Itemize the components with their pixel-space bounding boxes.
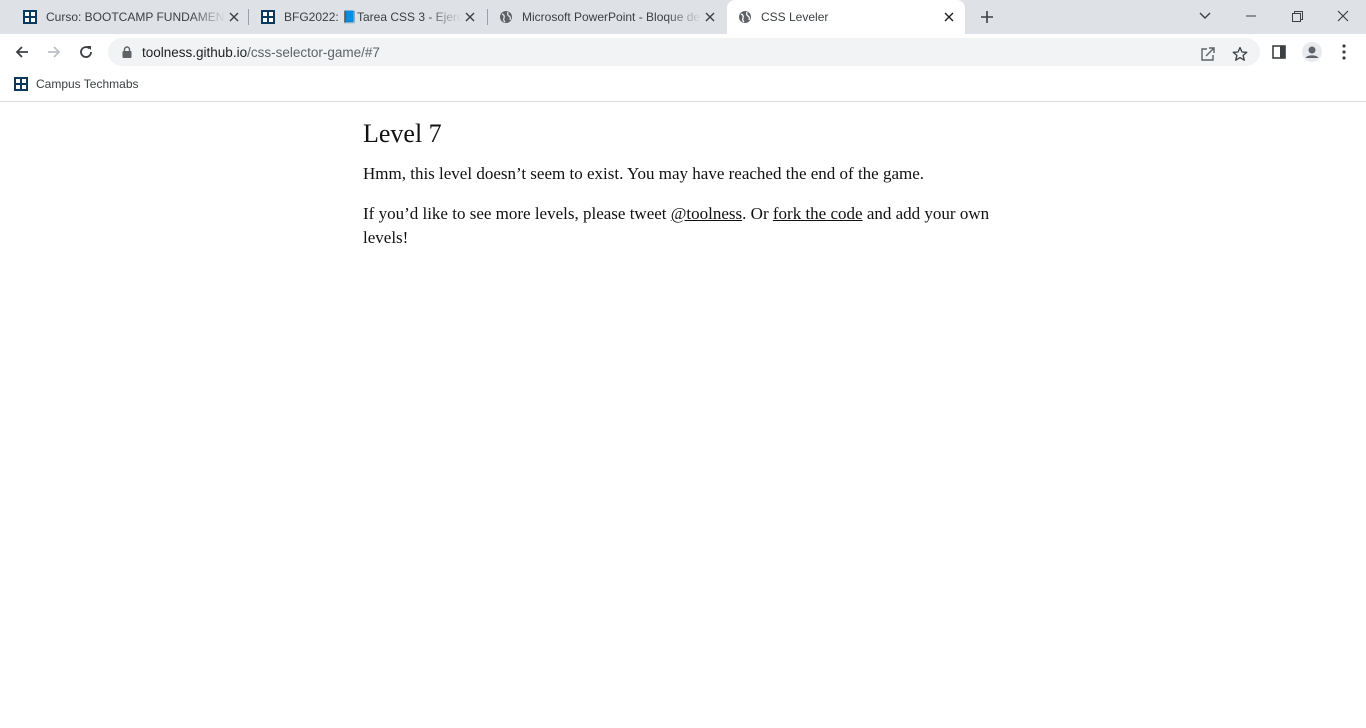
address-bar[interactable]: toolness.github.io/css-selector-game/#7 (108, 38, 1260, 66)
page-viewport: Level 7 Hmm, this level doesn’t seem to … (0, 103, 1366, 728)
level-content: Level 7 Hmm, this level doesn’t seem to … (363, 119, 1013, 266)
chevron-down-icon (1199, 12, 1211, 19)
close-icon[interactable] (702, 9, 718, 25)
restore-icon (1291, 10, 1303, 22)
fork-code-link[interactable]: fork the code (773, 204, 863, 223)
browser-toolbar: toolness.github.io/css-selector-game/#7 (0, 34, 1366, 70)
more-levels-middle: . Or (742, 204, 773, 223)
new-tab-button[interactable] (975, 5, 999, 29)
url-path: /css-selector-game/#7 (247, 44, 380, 60)
close-icon[interactable] (226, 9, 242, 25)
tab-title: CSS Leveler (761, 10, 829, 24)
close-icon[interactable] (941, 9, 957, 25)
browser-menu-button[interactable] (1330, 38, 1358, 66)
more-levels-paragraph: If you’d like to see more levels, please… (363, 202, 1013, 250)
lock-icon[interactable] (120, 45, 134, 59)
side-panel-button[interactable] (1265, 38, 1293, 66)
more-levels-prefix: If you’d like to see more levels, please… (363, 204, 671, 223)
tab-separator (248, 9, 249, 25)
minimize-button[interactable] (1228, 0, 1274, 32)
tab-strip: Curso: BOOTCAMP FUNDAMENTOS BFG2022: 📘Ta… (0, 0, 1366, 34)
url-text[interactable]: toolness.github.io/css-selector-game/#7 (142, 45, 380, 60)
bookmark-star-icon[interactable] (1230, 44, 1250, 64)
forward-button[interactable] (40, 38, 68, 66)
profile-button[interactable] (1298, 38, 1326, 66)
close-icon (1337, 10, 1349, 22)
twitter-link[interactable]: @toolness (671, 204, 742, 223)
arrow-left-icon (15, 46, 28, 58)
minimize-icon (1246, 15, 1256, 17)
tab-curso-bootcamp[interactable]: Curso: BOOTCAMP FUNDAMENTOS (14, 0, 250, 34)
restore-button[interactable] (1274, 0, 1320, 32)
bookmark-label: Campus Techmabs (36, 77, 139, 91)
globe-icon (737, 9, 753, 25)
tab-css-leveler[interactable]: CSS Leveler (727, 0, 965, 34)
level-missing-message: Hmm, this level doesn’t seem to exist. Y… (363, 164, 925, 183)
url-host: toolness.github.io (142, 44, 248, 60)
tab-separator (487, 9, 488, 25)
tab-powerpoint[interactable]: Microsoft PowerPoint - Bloque de (490, 0, 726, 34)
tab-tarea-css[interactable]: BFG2022: 📘Tarea CSS 3 - Ejercicios (252, 0, 486, 34)
campus-techmabs-logo-icon (260, 9, 276, 25)
arrow-right-icon (48, 46, 61, 58)
reload-button[interactable] (72, 38, 100, 66)
share-icon[interactable] (1198, 44, 1218, 64)
tab-title: Curso: BOOTCAMP FUNDAMENTOS (46, 10, 226, 24)
campus-techmabs-logo-icon (22, 9, 38, 25)
tab-title: Microsoft PowerPoint - Bloque de (522, 10, 701, 24)
bookmark-campus-techmabs[interactable]: Campus Techmabs (14, 77, 139, 91)
globe-icon (498, 9, 514, 25)
bookmarks-bar: Campus Techmabs (0, 70, 1366, 102)
side-panel-icon (1272, 45, 1286, 59)
reload-icon (80, 46, 92, 58)
plus-icon (981, 11, 993, 23)
avatar-icon (1302, 42, 1322, 62)
campus-techmabs-logo-icon (14, 77, 28, 91)
tab-title: BFG2022: 📘Tarea CSS 3 - Ejercicios (284, 10, 462, 24)
close-window-button[interactable] (1320, 0, 1366, 32)
back-button[interactable] (8, 38, 36, 66)
tab-search-button[interactable] (1182, 0, 1228, 32)
close-icon[interactable] (462, 9, 478, 25)
kebab-menu-icon (1342, 44, 1346, 60)
page-title: Level 7 (363, 119, 442, 148)
